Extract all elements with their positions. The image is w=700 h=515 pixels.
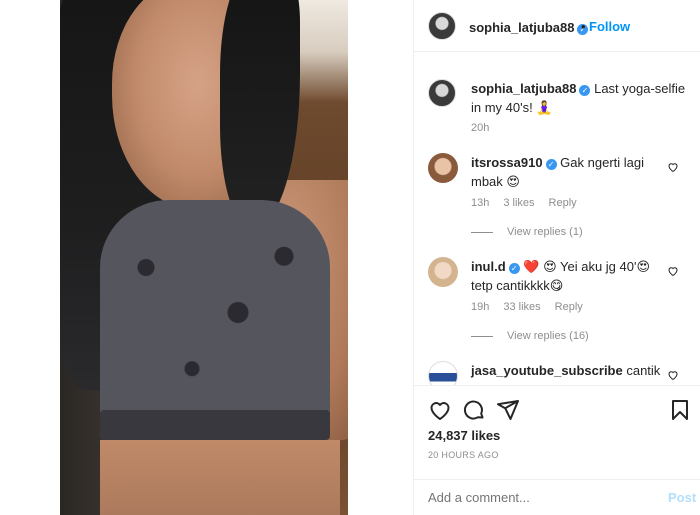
save-bookmark-icon[interactable]: [668, 398, 692, 422]
like-comment-heart-icon[interactable]: [667, 369, 679, 381]
post-photo[interactable]: [60, 0, 348, 515]
comment-likes[interactable]: 33 likes: [503, 301, 540, 313]
header-username[interactable]: sophia_latjuba88: [469, 20, 574, 35]
commenter-avatar[interactable]: [428, 361, 458, 385]
likes-count[interactable]: 24,837 likes: [428, 428, 500, 443]
comment-username[interactable]: itsrossa910: [471, 155, 543, 170]
comment-text: jasa_youtube_subscribe cantik: [471, 361, 661, 380]
caption-avatar[interactable]: [428, 79, 456, 107]
reply-button[interactable]: Reply: [549, 197, 577, 209]
comment-meta: 13h 3 likes Reply: [471, 197, 591, 209]
share-paper-plane-icon[interactable]: [496, 398, 520, 422]
verified-icon: ✓: [508, 263, 520, 274]
comment-username[interactable]: inul.d: [471, 259, 506, 274]
photo-torso: [100, 440, 340, 515]
post-side-panel: sophia_latjuba88 ✓ • Follow sophia_latjub…: [413, 0, 700, 515]
replies-divider: [471, 335, 493, 337]
verified-icon: ✓: [545, 159, 557, 170]
caption-time: 20h: [471, 122, 490, 134]
add-comment-input[interactable]: [428, 490, 648, 505]
commenter-avatar[interactable]: [428, 153, 458, 183]
post-actions: 24,837 likes 20 HOURS AGO Post: [414, 385, 700, 515]
avatar[interactable]: [428, 12, 456, 40]
view-replies-label: View replies (16): [507, 330, 589, 342]
add-comment-bar: Post: [414, 479, 700, 515]
comment-likes[interactable]: 3 likes: [503, 197, 534, 209]
like-heart-icon[interactable]: [428, 398, 452, 422]
separator-dot: •: [581, 19, 586, 34]
caption-username[interactable]: sophia_latjuba88: [471, 81, 576, 96]
follow-button[interactable]: Follow: [589, 19, 630, 34]
replies-divider: [471, 231, 493, 233]
photo-sports-top: [100, 200, 330, 425]
comment-text: inul.d ✓ ❤️ 😍 Yei aku jg 40'😍 tetp cantik…: [471, 257, 661, 295]
photo-top-band: [100, 410, 330, 440]
view-replies-label: View replies (1): [507, 226, 583, 238]
view-replies-button[interactable]: View replies (16): [471, 330, 589, 342]
verified-icon: ✓: [579, 85, 591, 96]
header-user: sophia_latjuba88 ✓: [469, 19, 589, 37]
comment-body: cantik: [622, 363, 661, 378]
comment-time: 19h: [471, 301, 490, 313]
reply-button[interactable]: Reply: [555, 301, 583, 313]
comment-time: 13h: [471, 197, 490, 209]
like-comment-heart-icon[interactable]: [667, 161, 679, 173]
commenter-avatar[interactable]: [428, 257, 458, 287]
comment-meta: 19h 33 likes Reply: [471, 301, 597, 313]
post-header: sophia_latjuba88 ✓ • Follow: [414, 0, 700, 52]
view-replies-button[interactable]: View replies (1): [471, 226, 583, 238]
like-comment-heart-icon[interactable]: [667, 265, 679, 277]
caption-text: sophia_latjuba88 ✓ Last yoga-selfie in my…: [471, 79, 691, 117]
post-timestamp[interactable]: 20 HOURS AGO: [428, 450, 499, 460]
comment-username[interactable]: jasa_youtube_subscribe: [471, 363, 623, 378]
post-comment-button[interactable]: Post: [668, 490, 696, 505]
comment-bubble-icon[interactable]: [462, 398, 486, 422]
comments-list[interactable]: sophia_latjuba88 ✓ Last yoga-selfie in my…: [414, 53, 700, 385]
comment-text: itsrossa910 ✓ Gak ngerti lagi mbak 😍: [471, 153, 661, 191]
